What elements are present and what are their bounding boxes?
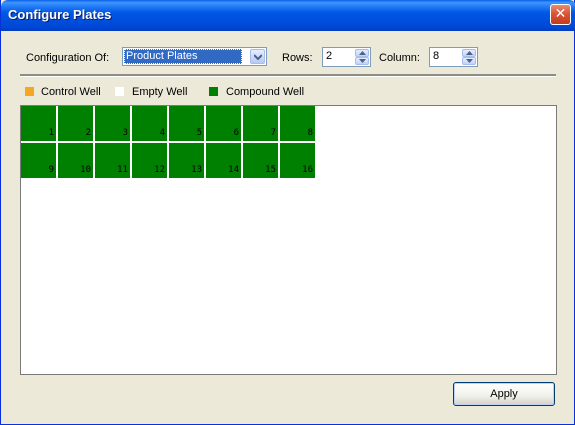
close-button[interactable]: ✕ [550, 4, 571, 25]
close-icon: ✕ [554, 6, 567, 22]
compound-well-swatch [209, 87, 218, 96]
well-number: 8 [307, 128, 313, 138]
well[interactable]: 9 [21, 143, 56, 178]
plate-grid: 1 2 3 4 5 6 7 8 9 10 11 12 13 14 15 16 [20, 105, 557, 375]
rows-decrement-button[interactable] [355, 57, 369, 65]
empty-well-swatch [115, 87, 124, 96]
well[interactable]: 13 [169, 143, 204, 178]
well[interactable]: 10 [58, 143, 93, 178]
well[interactable]: 5 [169, 106, 204, 141]
well[interactable]: 16 [280, 143, 315, 178]
window-title: Configure Plates [8, 7, 112, 22]
well-number: 6 [233, 128, 239, 138]
configuration-of-dropdown[interactable]: Product Plates [122, 47, 267, 66]
compound-well-label: Compound Well [226, 86, 305, 98]
arrow-down-icon [359, 59, 366, 63]
arrow-up-icon [466, 51, 473, 55]
arrow-up-icon [359, 51, 366, 55]
column-decrement-button[interactable] [462, 57, 476, 65]
column-label: Column: [379, 52, 420, 64]
rows-value: 2 [326, 50, 333, 62]
well-number: 11 [117, 165, 128, 175]
well-number: 2 [85, 128, 91, 138]
rows-stepper[interactable]: 2 [322, 47, 371, 67]
apply-button[interactable]: Apply [453, 382, 555, 406]
well-number: 9 [48, 165, 54, 175]
well-number: 15 [265, 165, 276, 175]
well-number: 5 [196, 128, 202, 138]
column-stepper[interactable]: 8 [429, 47, 478, 67]
well-number: 16 [302, 165, 313, 175]
well-number: 14 [228, 165, 239, 175]
well[interactable]: 12 [132, 143, 167, 178]
well[interactable]: 4 [132, 106, 167, 141]
well-number: 4 [159, 128, 165, 138]
well-number: 10 [80, 165, 91, 175]
well-number: 3 [122, 128, 128, 138]
well[interactable]: 1 [21, 106, 56, 141]
well[interactable]: 15 [243, 143, 278, 178]
configure-plates-dialog: Configure Plates ✕ Configuration Of: Pro… [0, 0, 575, 425]
configuration-of-value: Product Plates [124, 49, 242, 64]
column-value: 8 [433, 50, 440, 62]
control-well-label: Control Well [41, 86, 101, 98]
well[interactable]: 7 [243, 106, 278, 141]
dropdown-button[interactable] [250, 49, 265, 64]
chevron-down-icon [254, 54, 262, 60]
well[interactable]: 2 [58, 106, 93, 141]
well[interactable]: 3 [95, 106, 130, 141]
well-number: 12 [154, 165, 165, 175]
well[interactable]: 6 [206, 106, 241, 141]
separator [20, 74, 556, 77]
title-bar[interactable]: Configure Plates ✕ [1, 0, 575, 31]
well-number: 13 [191, 165, 202, 175]
well[interactable]: 8 [280, 106, 315, 141]
column-increment-button[interactable] [462, 49, 476, 57]
arrow-down-icon [466, 59, 473, 63]
rows-label: Rows: [282, 52, 313, 64]
control-well-swatch [25, 87, 34, 96]
rows-increment-button[interactable] [355, 49, 369, 57]
well[interactable]: 14 [206, 143, 241, 178]
well-number: 7 [270, 128, 276, 138]
configuration-of-label: Configuration Of: [26, 52, 110, 64]
empty-well-label: Empty Well [132, 86, 188, 98]
well-number: 1 [48, 128, 54, 138]
well[interactable]: 11 [95, 143, 130, 178]
